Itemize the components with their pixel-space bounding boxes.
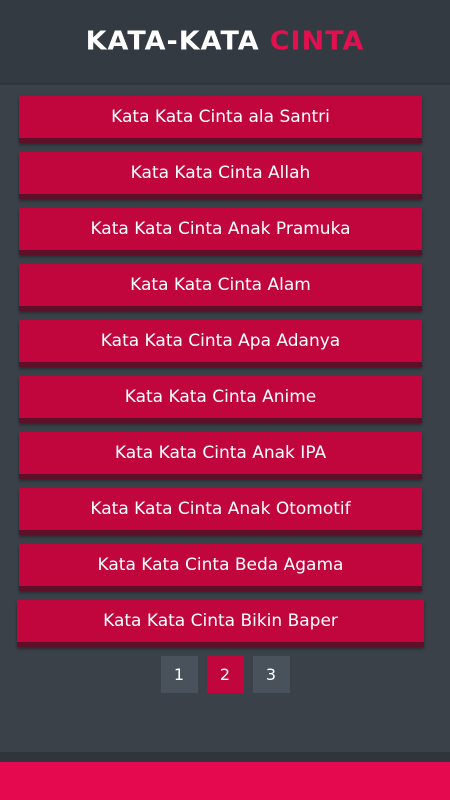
logo-text-kata: KATA-KATA	[85, 26, 260, 56]
category-button[interactable]: Kata Kata Cinta Anak Pramuka	[19, 208, 422, 255]
category-label: Kata Kata Cinta Beda Agama	[97, 555, 344, 575]
category-button[interactable]: Kata Kata Cinta Allah	[19, 152, 422, 199]
category-button[interactable]: Kata Kata Cinta Beda Agama	[19, 544, 422, 591]
category-label: Kata Kata Cinta Alam	[130, 275, 311, 295]
category-label: Kata Kata Cinta Allah	[130, 163, 311, 183]
category-label: Kata Kata Cinta Anak Pramuka	[90, 219, 351, 239]
category-button[interactable]: Kata Kata Cinta Alam	[19, 264, 422, 311]
category-label: Kata Kata Cinta Anime	[124, 387, 317, 407]
footer-bar	[0, 762, 450, 800]
category-button[interactable]: Kata Kata Cinta Anak Otomotif	[19, 488, 422, 535]
category-label: Kata Kata Cinta Anak IPA	[114, 443, 327, 463]
category-button[interactable]: Kata Kata Cinta ala Santri	[19, 96, 422, 143]
app-header: KATA-KATA CINTA	[0, 0, 450, 85]
category-list: Kata Kata Cinta ala Santri Kata Kata Cin…	[17, 96, 424, 656]
category-label: Kata Kata Cinta Anak Otomotif	[90, 499, 351, 519]
page-button-2-current[interactable]: 2	[206, 656, 244, 693]
category-label: Kata Kata Cinta Bikin Baper	[103, 611, 338, 631]
footer-divider	[0, 752, 450, 762]
logo-text-cinta: CINTA	[269, 26, 365, 56]
page-button-3[interactable]: 3	[252, 656, 290, 693]
category-button[interactable]: Kata Kata Cinta Anak IPA	[19, 432, 422, 479]
category-button[interactable]: Kata Kata Cinta Bikin Baper	[17, 600, 424, 647]
category-button[interactable]: Kata Kata Cinta Apa Adanya	[19, 320, 422, 367]
category-label: Kata Kata Cinta Apa Adanya	[100, 331, 341, 351]
pagination: 1 2 3	[0, 656, 450, 693]
category-button[interactable]: Kata Kata Cinta Anime	[19, 376, 422, 423]
category-label: Kata Kata Cinta ala Santri	[111, 107, 330, 127]
page-button-1[interactable]: 1	[160, 656, 198, 693]
app-logo: KATA-KATA CINTA	[86, 26, 365, 55]
